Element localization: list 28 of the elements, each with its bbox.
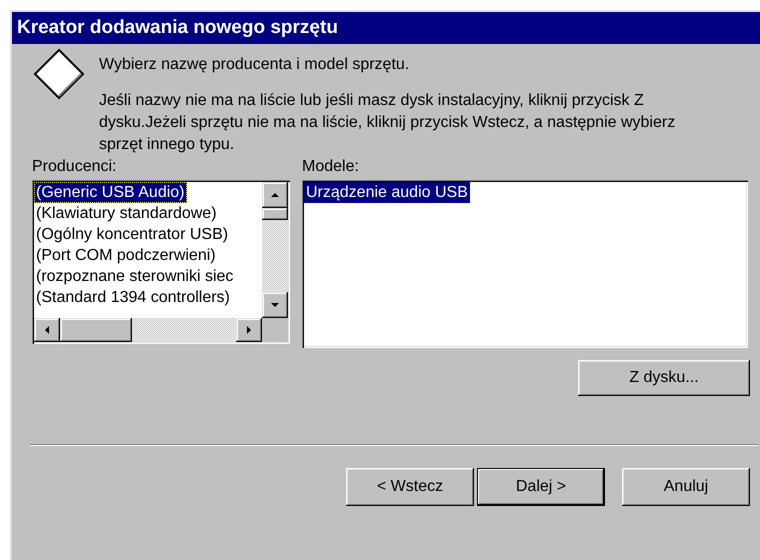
scroll-down-button[interactable]: [262, 292, 288, 318]
scroll-right-button[interactable]: [236, 318, 262, 342]
wizard-button[interactable]: Anuluj: [622, 468, 750, 506]
wizard-button[interactable]: Dalej >: [477, 468, 605, 506]
scroll-thumb[interactable]: [60, 318, 132, 342]
vertical-scrollbar[interactable]: [262, 182, 288, 318]
heading-text: Wybierz nazwę producenta i model sprzętu.: [99, 55, 410, 75]
scrollbar-corner: [262, 318, 288, 342]
manufacturer-item[interactable]: (Generic USB Audio): [34, 182, 187, 203]
scroll-left-button[interactable]: [34, 318, 60, 342]
manufacturers-label: Producenci:: [32, 158, 118, 176]
manufacturer-item[interactable]: (rozpoznane sterowniki siec: [34, 266, 236, 287]
manufacturer-item[interactable]: (Klawiatury standardowe): [34, 203, 219, 224]
scroll-up-button[interactable]: [262, 182, 288, 208]
diamond-icon: [33, 48, 85, 100]
wizard-button[interactable]: < Wstecz: [346, 468, 474, 506]
manufacturer-item[interactable]: (Standard 1394 controllers): [34, 287, 232, 308]
manufacturers-list[interactable]: (Generic USB Audio) (Klawiatury standardowe) (Ogólny koncentrator USB) (Port COM podczerwieni) (rozpoznane sterowniki siec (Standard 1394 controllers): [32, 180, 290, 344]
scroll-thumb[interactable]: [262, 208, 288, 220]
manufacturer-item[interactable]: (Ogólny koncentrator USB): [34, 224, 230, 245]
from-disk-button[interactable]: Z dysku...: [578, 360, 750, 396]
window-title: Kreator dodawania nowego sprzętu: [12, 12, 760, 44]
models-label: Modele:: [302, 158, 360, 176]
model-item[interactable]: Urządzenie audio USB: [304, 182, 470, 203]
manufacturer-item[interactable]: (Port COM podczerwieni): [34, 245, 218, 266]
horizontal-scrollbar[interactable]: [34, 318, 288, 342]
models-list[interactable]: Urządzenie audio USB: [302, 180, 748, 348]
instructions-text: Jeśli nazwy nie ma na liście lub jeśli masz dysk instalacyjny, kliknij przycisk Z dysku.Jeżeli sprzętu nie ma na liście, kliknij przycisk Wstecz, a następnie wybierz sprzęt innego typu.: [99, 91, 676, 155]
